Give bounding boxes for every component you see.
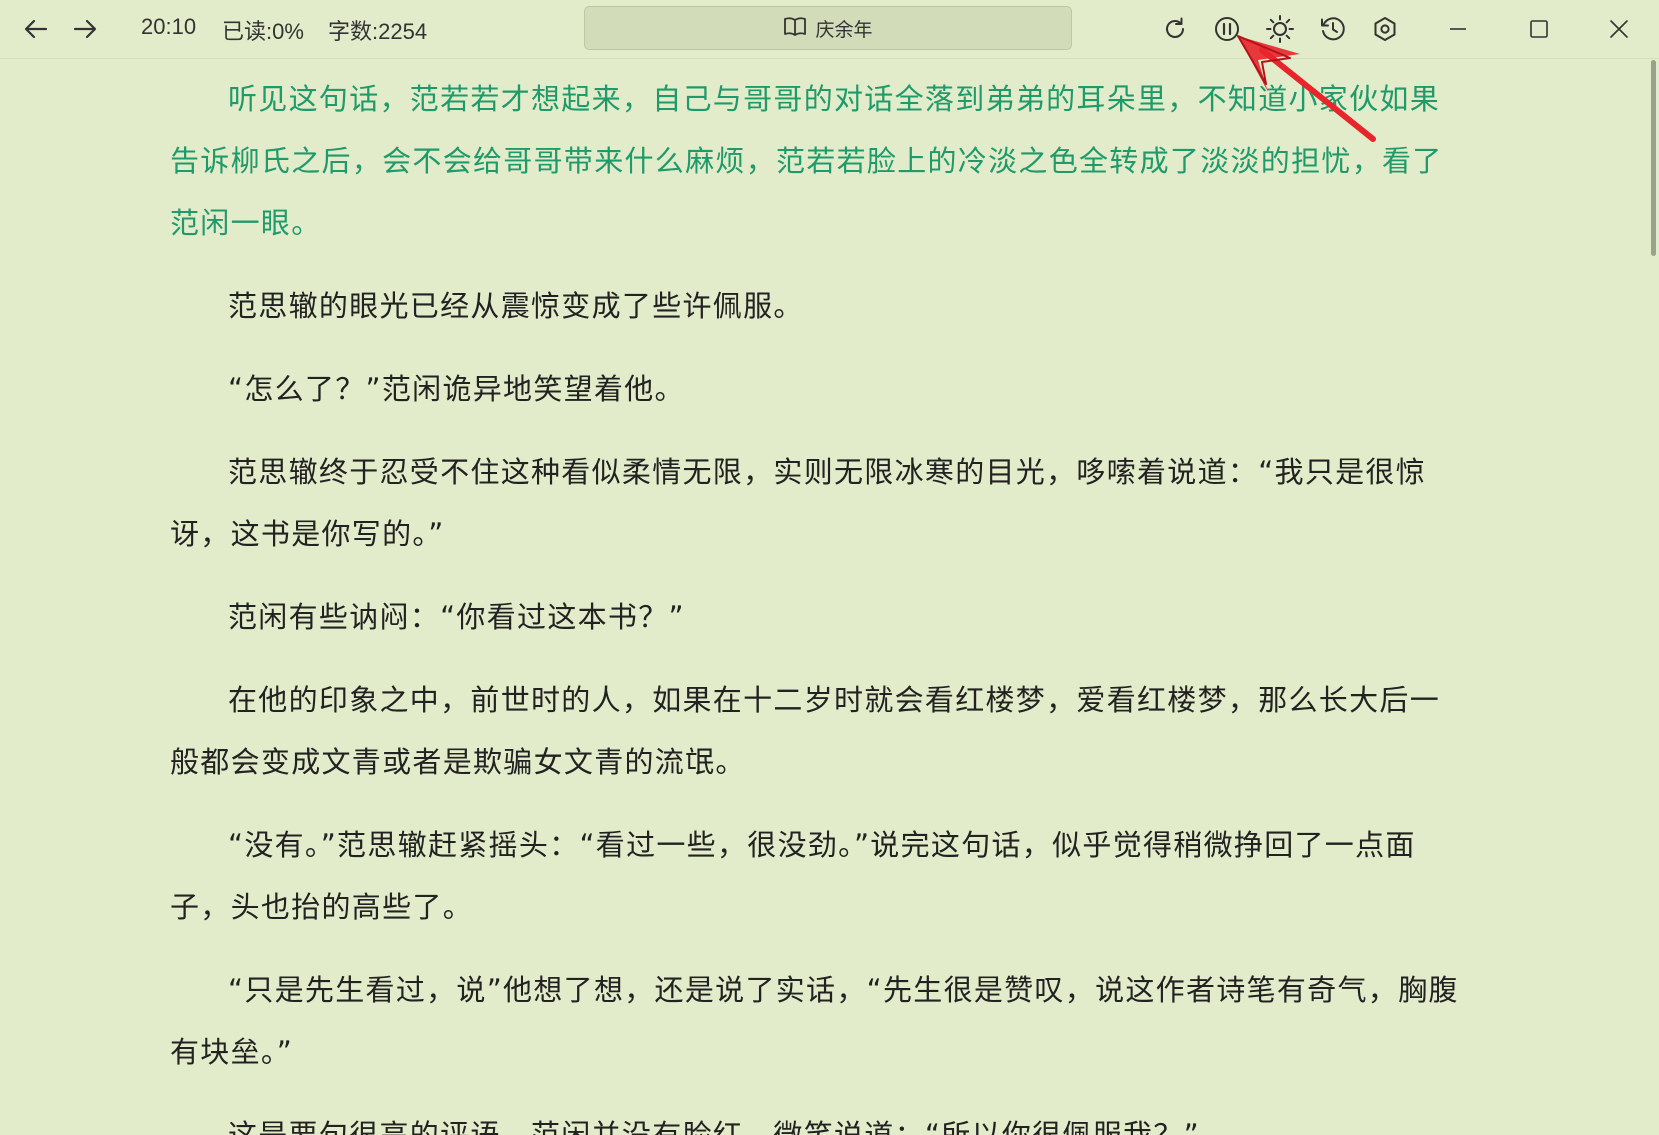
read-progress: 已读:0% — [222, 19, 304, 44]
scrollbar-thumb[interactable] — [1651, 60, 1656, 256]
refresh-icon — [1162, 16, 1188, 42]
close-button[interactable] — [1597, 9, 1641, 49]
brightness-icon — [1265, 14, 1295, 44]
top-bar: 20:10 已读:0% 字数:2254 庆余年 — [0, 0, 1659, 59]
maximize-icon — [1528, 18, 1550, 40]
paragraph: 范思辙终于忍受不住这种看似柔情无限，实则无限冰寒的目光，哆嗦着说道：“我只是很惊… — [170, 455, 1427, 551]
word-count: 字数:2254 — [328, 19, 428, 44]
minimize-icon — [1447, 18, 1469, 40]
settings-icon — [1371, 15, 1399, 43]
history-icon — [1319, 15, 1347, 43]
maximize-button[interactable] — [1517, 9, 1561, 49]
clock-time: 20:10 — [141, 14, 197, 39]
back-button[interactable] — [17, 10, 55, 48]
pause-button[interactable] — [1209, 11, 1245, 47]
paragraph-highlighted: 听见这句话，范若若才想起来，自己与哥哥的对话全落到弟弟的耳朵里，不知道小家伙如果… — [170, 82, 1443, 240]
minimize-button[interactable] — [1436, 9, 1480, 49]
paragraph: “只是先生看过，说”他想了想，还是说了实话，“先生很是赞叹，说这作者诗笔有奇气，… — [170, 973, 1459, 1069]
close-icon — [1608, 18, 1630, 40]
paragraph: “怎么了？”范闲诡异地笑望着他。 — [228, 372, 685, 406]
pause-icon — [1213, 15, 1241, 43]
paragraph: 范闲有些讷闷：“你看过这本书？” — [228, 600, 685, 634]
book-title: 庆余年 — [815, 18, 873, 41]
history-button[interactable] — [1315, 11, 1351, 47]
paragraph: 范思辙的眼光已经从震惊变成了些许佩服。 — [228, 289, 804, 323]
refresh-button[interactable] — [1157, 11, 1193, 47]
vertical-scrollbar[interactable] — [1649, 58, 1659, 1135]
open-book-icon — [783, 15, 807, 42]
arrow-left-icon — [22, 15, 50, 43]
book-title-button[interactable]: 庆余年 — [584, 6, 1072, 50]
forward-button[interactable] — [66, 10, 104, 48]
arrow-right-icon — [71, 15, 99, 43]
settings-button[interactable] — [1367, 11, 1403, 47]
paragraph: 这是要句很高的评语，范闲并没有脸红，微笑说道：“所以你很佩服我？” — [228, 1118, 1200, 1135]
paragraph: “没有。”范思辙赶紧摇头：“看过一些，很没劲。”说完这句话，似乎觉得稍微挣回了一… — [170, 828, 1416, 924]
reader-content[interactable]: 听见这句话，范若若才想起来，自己与哥哥的对话全落到弟弟的耳朵里，不知道小家伙如果… — [170, 68, 1470, 1135]
brightness-button[interactable] — [1262, 11, 1298, 47]
paragraph: 在他的印象之中，前世时的人，如果在十二岁时就会看红楼梦，爱看红楼梦，那么长大后一… — [170, 683, 1441, 779]
